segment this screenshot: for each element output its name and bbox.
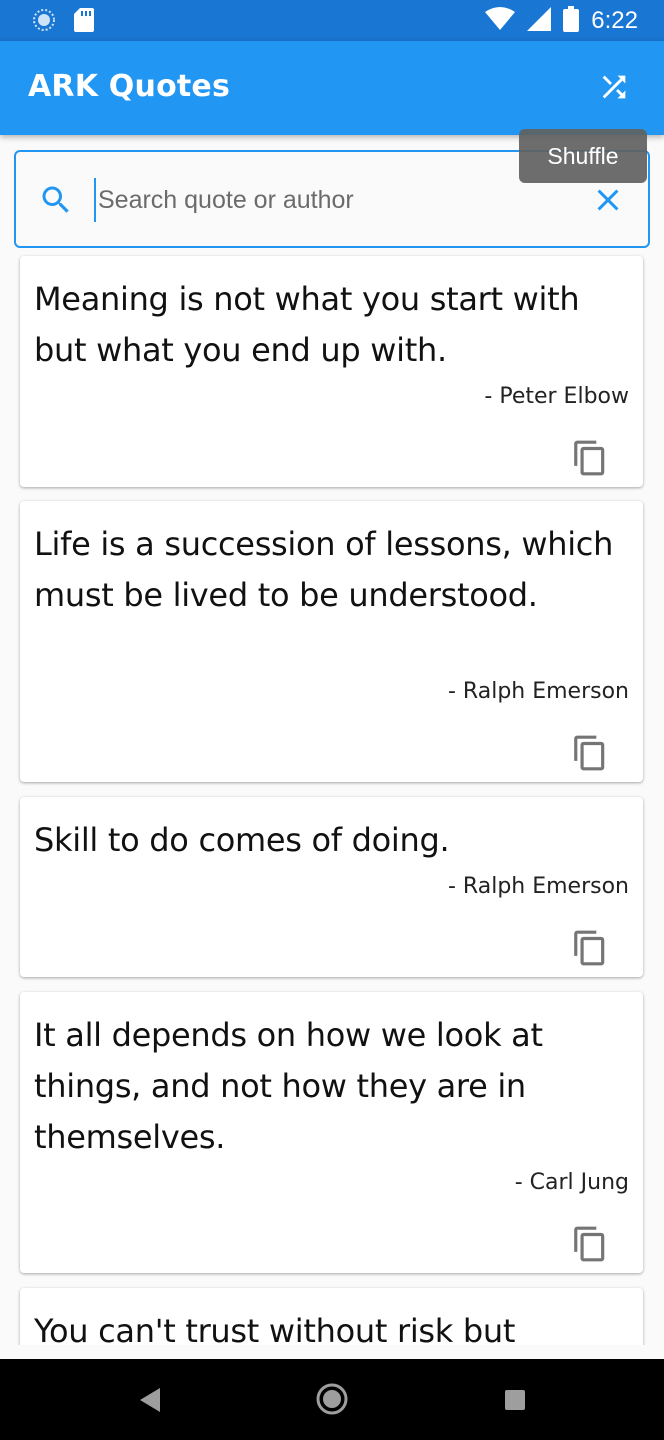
quote-author: - Carl Jung <box>514 1170 629 1195</box>
quote-card: Skill to do comes of doing. - Ralph Emer… <box>20 797 643 977</box>
quote-text: Life is a succession of lessons, which m… <box>34 525 614 614</box>
status-time: 6:22 <box>591 7 638 34</box>
home-button[interactable] <box>316 1383 348 1419</box>
back-button[interactable] <box>138 1387 162 1417</box>
copy-icon <box>574 930 605 966</box>
search-input[interactable] <box>94 178 564 222</box>
shuffle-icon <box>602 75 626 99</box>
quote-card: Meaning is not what you start with but w… <box>20 256 643 487</box>
app-bar: ARK Quotes <box>0 41 664 135</box>
copy-button[interactable] <box>571 733 609 773</box>
search-icon <box>42 186 69 213</box>
sd-card-icon <box>74 8 94 36</box>
copy-button[interactable] <box>571 1224 609 1264</box>
back-icon <box>140 1388 160 1412</box>
quote-text: Skill to do comes of doing. <box>34 821 450 859</box>
copy-icon <box>574 735 605 771</box>
quote-author: - Peter Elbow <box>484 384 629 409</box>
battery-icon <box>563 6 580 36</box>
quote-author: - Ralph Emerson <box>447 679 629 704</box>
cell-signal-icon <box>527 7 552 35</box>
recents-button[interactable] <box>504 1389 526 1415</box>
quote-card: Life is a succession of lessons, which m… <box>20 501 643 782</box>
recents-icon <box>505 1390 525 1410</box>
navigation-bar <box>0 1359 664 1440</box>
quote-author: - Ralph Emerson <box>447 874 629 899</box>
app-notification-icon <box>32 8 56 36</box>
copy-icon <box>574 440 605 476</box>
shuffle-button[interactable] <box>594 67 634 107</box>
quote-card: You can't trust without risk but <box>20 1288 643 1345</box>
quote-card: It all depends on how we look at things,… <box>20 992 643 1273</box>
quote-text: Meaning is not what you start with but w… <box>34 280 580 369</box>
copy-button[interactable] <box>571 928 609 968</box>
status-bar: 6:22 <box>0 0 664 41</box>
copy-icon <box>574 1226 605 1262</box>
quote-text: It all depends on how we look at things,… <box>34 1016 543 1156</box>
quote-text: You can't trust without risk but <box>34 1312 516 1345</box>
copy-button[interactable] <box>571 438 609 478</box>
wifi-icon <box>485 7 516 35</box>
close-icon[interactable] <box>590 182 626 218</box>
home-icon <box>316 1383 348 1415</box>
quote-list[interactable]: Meaning is not what you start with but w… <box>0 252 664 1345</box>
app-title: ARK Quotes <box>28 69 231 104</box>
shuffle-tooltip: Shuffle <box>519 129 647 183</box>
